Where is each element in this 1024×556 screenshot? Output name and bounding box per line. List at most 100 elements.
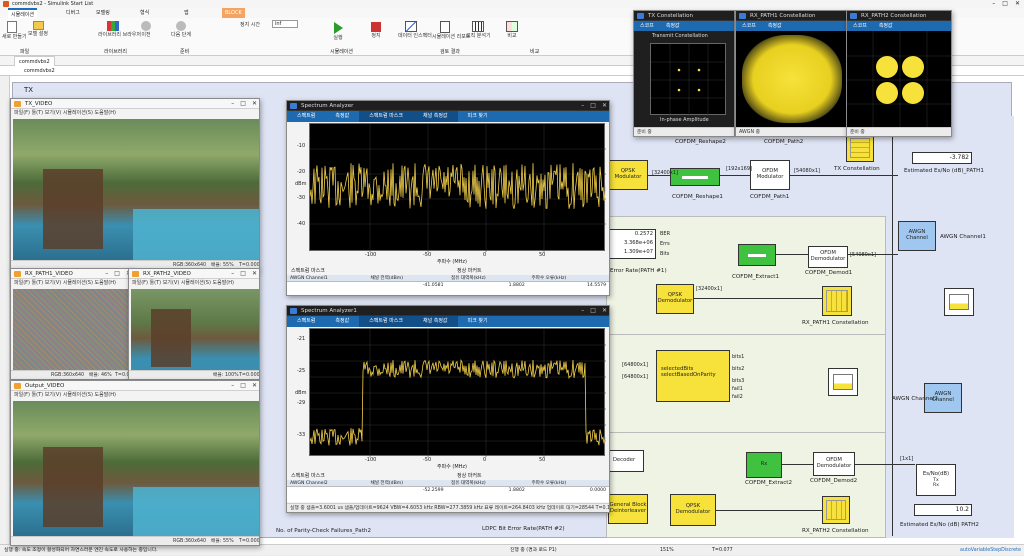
tab-measurements[interactable]: 측정값 [325, 316, 359, 327]
tx-constellation-block[interactable] [846, 134, 874, 162]
rx-path2-title-bar[interactable]: RX_PATH2_VIDEO – □ ✕ [129, 269, 259, 279]
rx-path2-constellation-window[interactable]: RX_PATH2 Constellation 스코프 측정값 준비 중 [846, 10, 952, 137]
awgn-channel1-block[interactable]: AWGN Channel [898, 221, 936, 251]
logic-analyzer-button[interactable]: 로직 분석기 [466, 21, 491, 39]
status-solver[interactable]: autoVariableStepDiscrete [960, 545, 1021, 556]
rx1-const-plot[interactable] [736, 31, 846, 129]
minimize-icon[interactable]: – [231, 269, 234, 278]
previous-button[interactable]: 이전 [136, 21, 156, 38]
step-forward-button[interactable]: 다음 단계 [170, 21, 192, 38]
tx-video-window[interactable]: TX_VIDEO – □ ✕ 파일(F) 툴(T) 보기(V) 시뮬레이션(S) 도… [10, 98, 260, 270]
tx-video-menu[interactable]: 파일(F) 툴(T) 보기(V) 시뮬레이션(S) 도움말(H) [11, 109, 259, 118]
qpsk-demod2-block[interactable]: QPSK Demodulator [670, 494, 716, 526]
tab-spectral-mask[interactable]: 스펙트럼 마스크 [359, 111, 414, 122]
tab-spectral-mask[interactable]: 스펙트럼 마스크 [359, 316, 414, 327]
close-icon[interactable]: ✕ [252, 269, 257, 278]
cofdm-extract2-block[interactable]: Rx [746, 452, 782, 478]
qpsk-modulator-block[interactable]: QPSK Modulator [608, 160, 648, 190]
rx1-const-title-bar[interactable]: RX_PATH1 Constellation [736, 11, 846, 21]
rx2-const-plot[interactable] [847, 31, 951, 129]
decoder-block[interactable]: Decoder [604, 450, 644, 472]
minimize-icon[interactable]: – [231, 381, 234, 390]
tab-measurements[interactable]: 측정값 [325, 111, 359, 122]
tab-scope[interactable]: 스코프 [634, 21, 660, 31]
run-button[interactable]: 실행 [330, 22, 346, 41]
tab-peak-finder[interactable]: 피크 찾기 [458, 111, 498, 122]
minimize-icon[interactable]: – [992, 0, 995, 8]
tx-video-title-bar[interactable]: TX_VIDEO – □ ✕ [11, 99, 259, 109]
tab-peak-finder[interactable]: 피크 찾기 [458, 316, 498, 327]
rx-path2-video-window[interactable]: RX_PATH2_VIDEO – □ ✕ 파일(F) 툴(T) 보기(V) 시뮬레이… [128, 268, 260, 380]
rx2-const-title-bar[interactable]: RX_PATH2 Constellation [847, 11, 951, 21]
output-title-bar[interactable]: Output_VIDEO – □ ✕ [11, 381, 259, 391]
general-block-deinterleaver[interactable]: General Block Deinterleaver [608, 494, 648, 524]
esno-estimator-block[interactable]: Es/No(dB) Tx Rx [916, 464, 956, 496]
scope-block-1[interactable] [944, 288, 974, 316]
minimize-icon[interactable]: – [105, 269, 108, 278]
stop-time-input[interactable]: inf [272, 20, 298, 28]
rx-path2-menu[interactable]: 파일(F) 툴(T) 보기(V) 시뮬레이션(S) 도움말(H) [129, 279, 259, 288]
tx-const-title-bar[interactable]: TX Constellation [634, 11, 734, 21]
spectrum-analyzer-window[interactable]: Spectrum Analyzer – □ ✕ 스펙트럼 측정값 스펙트럼 마스크 … [286, 100, 610, 296]
tab-measure[interactable]: 측정값 [762, 21, 788, 31]
spectrum1-plot[interactable] [309, 328, 607, 457]
rx-path1-constellation-window[interactable]: RX_PATH1 Constellation 스코프 측정값 AWGN 중 [735, 10, 847, 137]
cofdm-extract1-block[interactable] [738, 244, 776, 266]
rx-path1-constellation-block[interactable] [822, 286, 852, 316]
window-controls[interactable]: –□ ✕ [231, 269, 257, 278]
maximize-icon[interactable]: □ [240, 381, 246, 390]
open-button[interactable]: 모델 설정 [26, 21, 50, 37]
window-controls[interactable]: –□ ✕ [581, 306, 607, 315]
rx-path2-constellation-block[interactable] [822, 496, 850, 524]
tab-modeling[interactable]: 모델링 [96, 8, 110, 18]
minimize-icon[interactable]: – [231, 99, 234, 108]
status-zoom[interactable]: 151% [660, 545, 674, 556]
output-menu[interactable]: 파일(F) 툴(T) 보기(V) 시뮬레이션(S) 도움말(H) [11, 391, 259, 400]
tab-channel-measurements[interactable]: 채널 측정값 [413, 111, 458, 122]
ofdm-demod1-block[interactable]: OFDM Demodulator [808, 246, 848, 268]
ofdm-demod2-block[interactable]: OFDM Demodulator [813, 452, 855, 476]
library-browser-button[interactable]: 라이브러리 브라우저 [98, 21, 141, 38]
tab-block[interactable]: BLOCK [222, 8, 245, 18]
tab-apps[interactable]: 앱 [184, 8, 189, 18]
ofdm-modulator-block[interactable]: OFDM Modulator [750, 160, 790, 190]
select-parity-block[interactable]: selectedBits selectBasedOnParity [656, 350, 730, 402]
maximize-icon[interactable]: □ [1002, 0, 1008, 8]
rx-path1-video-window[interactable]: RX_PATH1_VIDEO –□✕ 파일(F) 툴(T) 보기(V) 시뮬레이… [10, 268, 134, 380]
tab-debug[interactable]: 디버그 [66, 8, 80, 18]
compare-button[interactable]: 비교 [500, 21, 524, 39]
window-controls[interactable]: –□ ✕ [581, 101, 607, 110]
window-controls[interactable]: –□ ✕ [231, 99, 257, 108]
rx-path1-menu[interactable]: 파일(F) 툴(T) 보기(V) 시뮬레이션(S) 도움말(H) [11, 279, 133, 288]
minimize-icon[interactable]: – [581, 306, 584, 315]
data-inspector-button[interactable]: 데이터 인스펙터 [398, 21, 432, 39]
close-icon[interactable]: ✕ [252, 381, 257, 390]
spectrum1-title-bar[interactable]: Spectrum Analyzer1 – □ ✕ [287, 306, 609, 316]
stop-button[interactable]: 정지 [368, 22, 384, 39]
output-video-window[interactable]: Output_VIDEO – □ ✕ 파일(F) 툴(T) 보기(V) 시뮬레이션(… [10, 380, 260, 546]
tx-constellation-window[interactable]: TX Constellation 스코프 측정값 Transmit Conste… [633, 10, 735, 137]
close-icon[interactable]: ✕ [602, 306, 607, 315]
window-controls[interactable]: –□ ✕ [231, 381, 257, 390]
tab-measure[interactable]: 측정값 [660, 21, 686, 31]
tab-format[interactable]: 형식 [140, 8, 149, 18]
tab-channel-measurements[interactable]: 채널 측정값 [413, 316, 458, 327]
tab-scope[interactable]: 스코프 [847, 21, 873, 31]
rx-path1-title-bar[interactable]: RX_PATH1_VIDEO –□✕ [11, 269, 133, 279]
new-button[interactable]: 새로 만들기 [2, 21, 27, 40]
tab-measure[interactable]: 측정값 [873, 21, 899, 31]
close-icon[interactable]: ✕ [602, 101, 607, 110]
spectrum-analyzer1-window[interactable]: Spectrum Analyzer1 – □ ✕ 스펙트럼 측정값 스펙트럼 마스크… [286, 305, 610, 513]
sim-report-button[interactable]: 시뮬레이션 리포트 [432, 21, 470, 40]
close-icon[interactable]: ✕ [252, 99, 257, 108]
spectrum-title-bar[interactable]: Spectrum Analyzer – □ ✕ [287, 101, 609, 111]
tab-spectrum[interactable]: 스펙트럼 [287, 111, 325, 122]
tab-scope[interactable]: 스코프 [736, 21, 762, 31]
maximize-icon[interactable]: □ [114, 269, 120, 278]
maximize-icon[interactable]: □ [240, 269, 246, 278]
qpsk-demod1-block[interactable]: QPSK Demodulator [656, 284, 694, 314]
window-controls[interactable]: – □ ✕ [992, 0, 1020, 8]
close-icon[interactable]: ✕ [1015, 0, 1020, 8]
spectrum-plot[interactable] [309, 123, 607, 252]
tab-spectrum[interactable]: 스펙트럼 [287, 316, 325, 327]
